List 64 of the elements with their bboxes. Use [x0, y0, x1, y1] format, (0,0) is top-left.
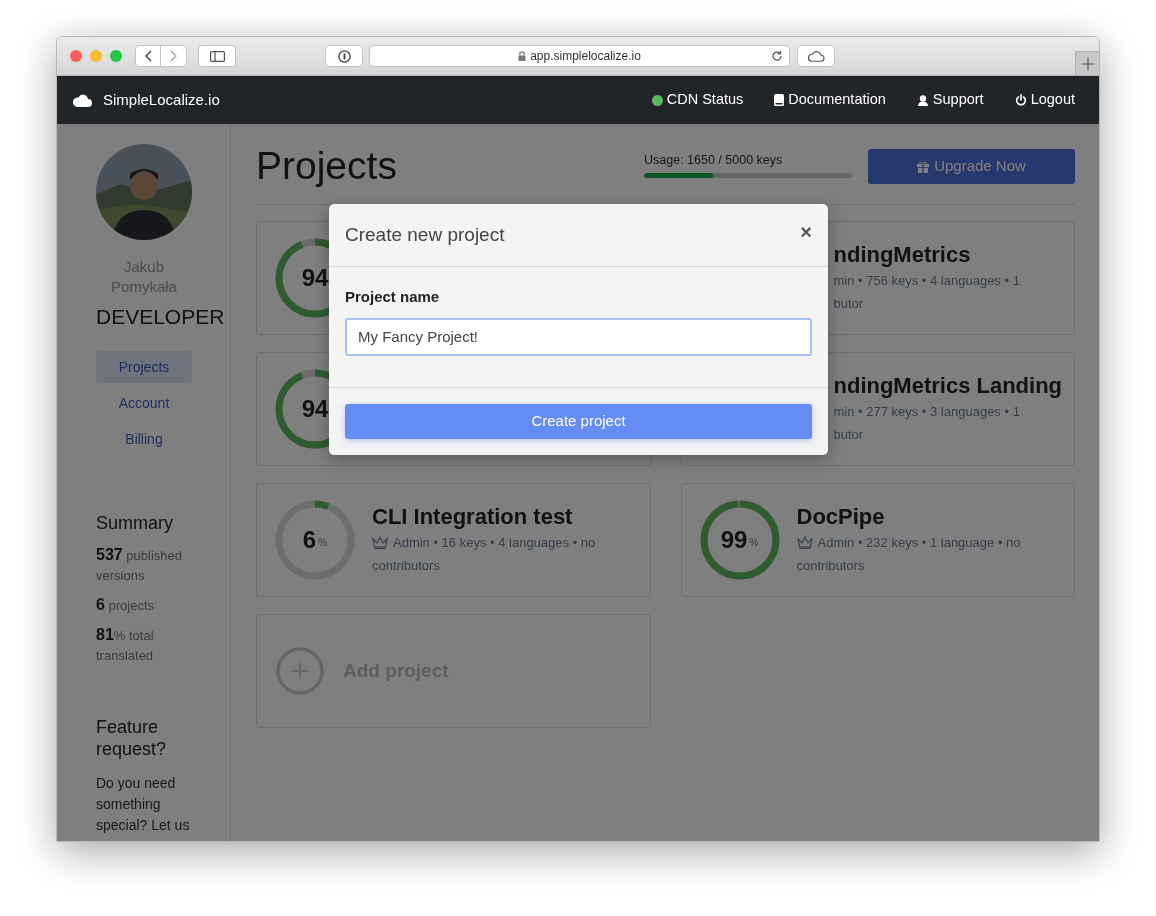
summary-stat: 6 projects	[96, 595, 156, 615]
usage-label: Usage: 1650 / 5000 keys	[644, 151, 784, 169]
plus-circle-icon	[276, 647, 324, 695]
power-icon	[1014, 94, 1027, 106]
sidebar-item[interactable]: Billing	[96, 423, 192, 455]
percent-unit: %	[749, 535, 759, 550]
project-meta: min • 756 keys • 4 languages • 1	[833, 271, 1020, 290]
lock-icon	[518, 51, 527, 61]
percent-value: 94	[301, 263, 329, 293]
close-window-button[interactable]	[70, 50, 82, 62]
percent-unit: %	[318, 535, 328, 550]
plus-icon	[1081, 57, 1094, 70]
url-text: app.simplelocalize.io	[530, 48, 641, 65]
gift-icon	[917, 160, 930, 173]
percent-value: 6	[302, 525, 317, 555]
sidebar-button[interactable]	[198, 45, 236, 67]
project-name-field[interactable]: My Fancy Project!	[345, 317, 812, 356]
cloud-logo-icon	[73, 92, 92, 108]
project-title: DocPipe	[796, 503, 886, 531]
brand-name[interactable]: SimpleLocalize.io	[103, 88, 220, 112]
create-project-button[interactable]: Create project	[345, 403, 812, 439]
nav-link[interactable]: Documentation	[774, 89, 886, 111]
address-bar[interactable]: app.simplelocalize.io	[369, 45, 790, 67]
summary-title: Summary	[96, 512, 174, 535]
sidebar-item[interactable]: Projects	[96, 351, 192, 383]
project-card[interactable]: 99% DocPipe Admin • 232 keys • 1 language • no contributors	[680, 483, 1075, 597]
project-meta: Admin • 232 keys • 1 language • no	[817, 533, 1021, 552]
feature-text: Do you need something special? Let us	[96, 774, 191, 835]
nav-link[interactable]: Logout	[1014, 89, 1075, 111]
project-meta: min • 277 keys • 3 languages • 1	[833, 402, 1020, 421]
summary-stat: 537 published versions	[96, 545, 183, 585]
new-tab-button[interactable]	[1075, 51, 1099, 75]
modal-title: Create new project	[345, 222, 505, 247]
percent-value: 99	[720, 525, 748, 555]
cloud-button[interactable]	[797, 45, 835, 67]
plan-name: DEVELOPER	[96, 304, 224, 330]
project-meta: butor	[833, 425, 864, 444]
nav-link[interactable]: Support	[916, 89, 984, 111]
project-meta: contributors	[796, 556, 865, 575]
book-icon	[774, 94, 785, 106]
field-label: Project name	[345, 287, 441, 307]
feature-title: Feature request?	[96, 716, 168, 760]
project-meta: contributors	[372, 556, 440, 575]
chevron-left-icon	[144, 50, 152, 62]
cloud-icon	[807, 50, 825, 62]
project-card[interactable]: 6% CLI Integration test Admin • 16 keys • 4 languages • no contributors	[256, 483, 651, 597]
project-meta: butor	[833, 294, 864, 313]
password-button[interactable]	[325, 45, 363, 67]
reload-icon[interactable]	[771, 50, 783, 62]
sidebar-icon	[209, 50, 225, 62]
upgrade-button[interactable]: Upgrade Now	[868, 149, 1075, 184]
project-title: ndingMetrics Landing	[833, 372, 1062, 400]
user-icon	[916, 94, 929, 106]
percent-value: 94	[301, 394, 329, 424]
nav-link[interactable]: CDN Status	[651, 89, 744, 111]
sidebar-item[interactable]: Account	[96, 387, 192, 419]
password-icon	[337, 49, 351, 63]
project-title: CLI Integration test	[372, 503, 574, 531]
page-title: Projects	[256, 143, 397, 190]
summary-stat: 81% total translated	[96, 625, 155, 665]
chevron-right-icon	[170, 50, 177, 62]
project-meta: Admin • 16 keys • 4 languages • no	[393, 533, 596, 552]
project-title: ndingMetrics	[833, 241, 972, 269]
zoom-window-button[interactable]	[110, 50, 122, 62]
